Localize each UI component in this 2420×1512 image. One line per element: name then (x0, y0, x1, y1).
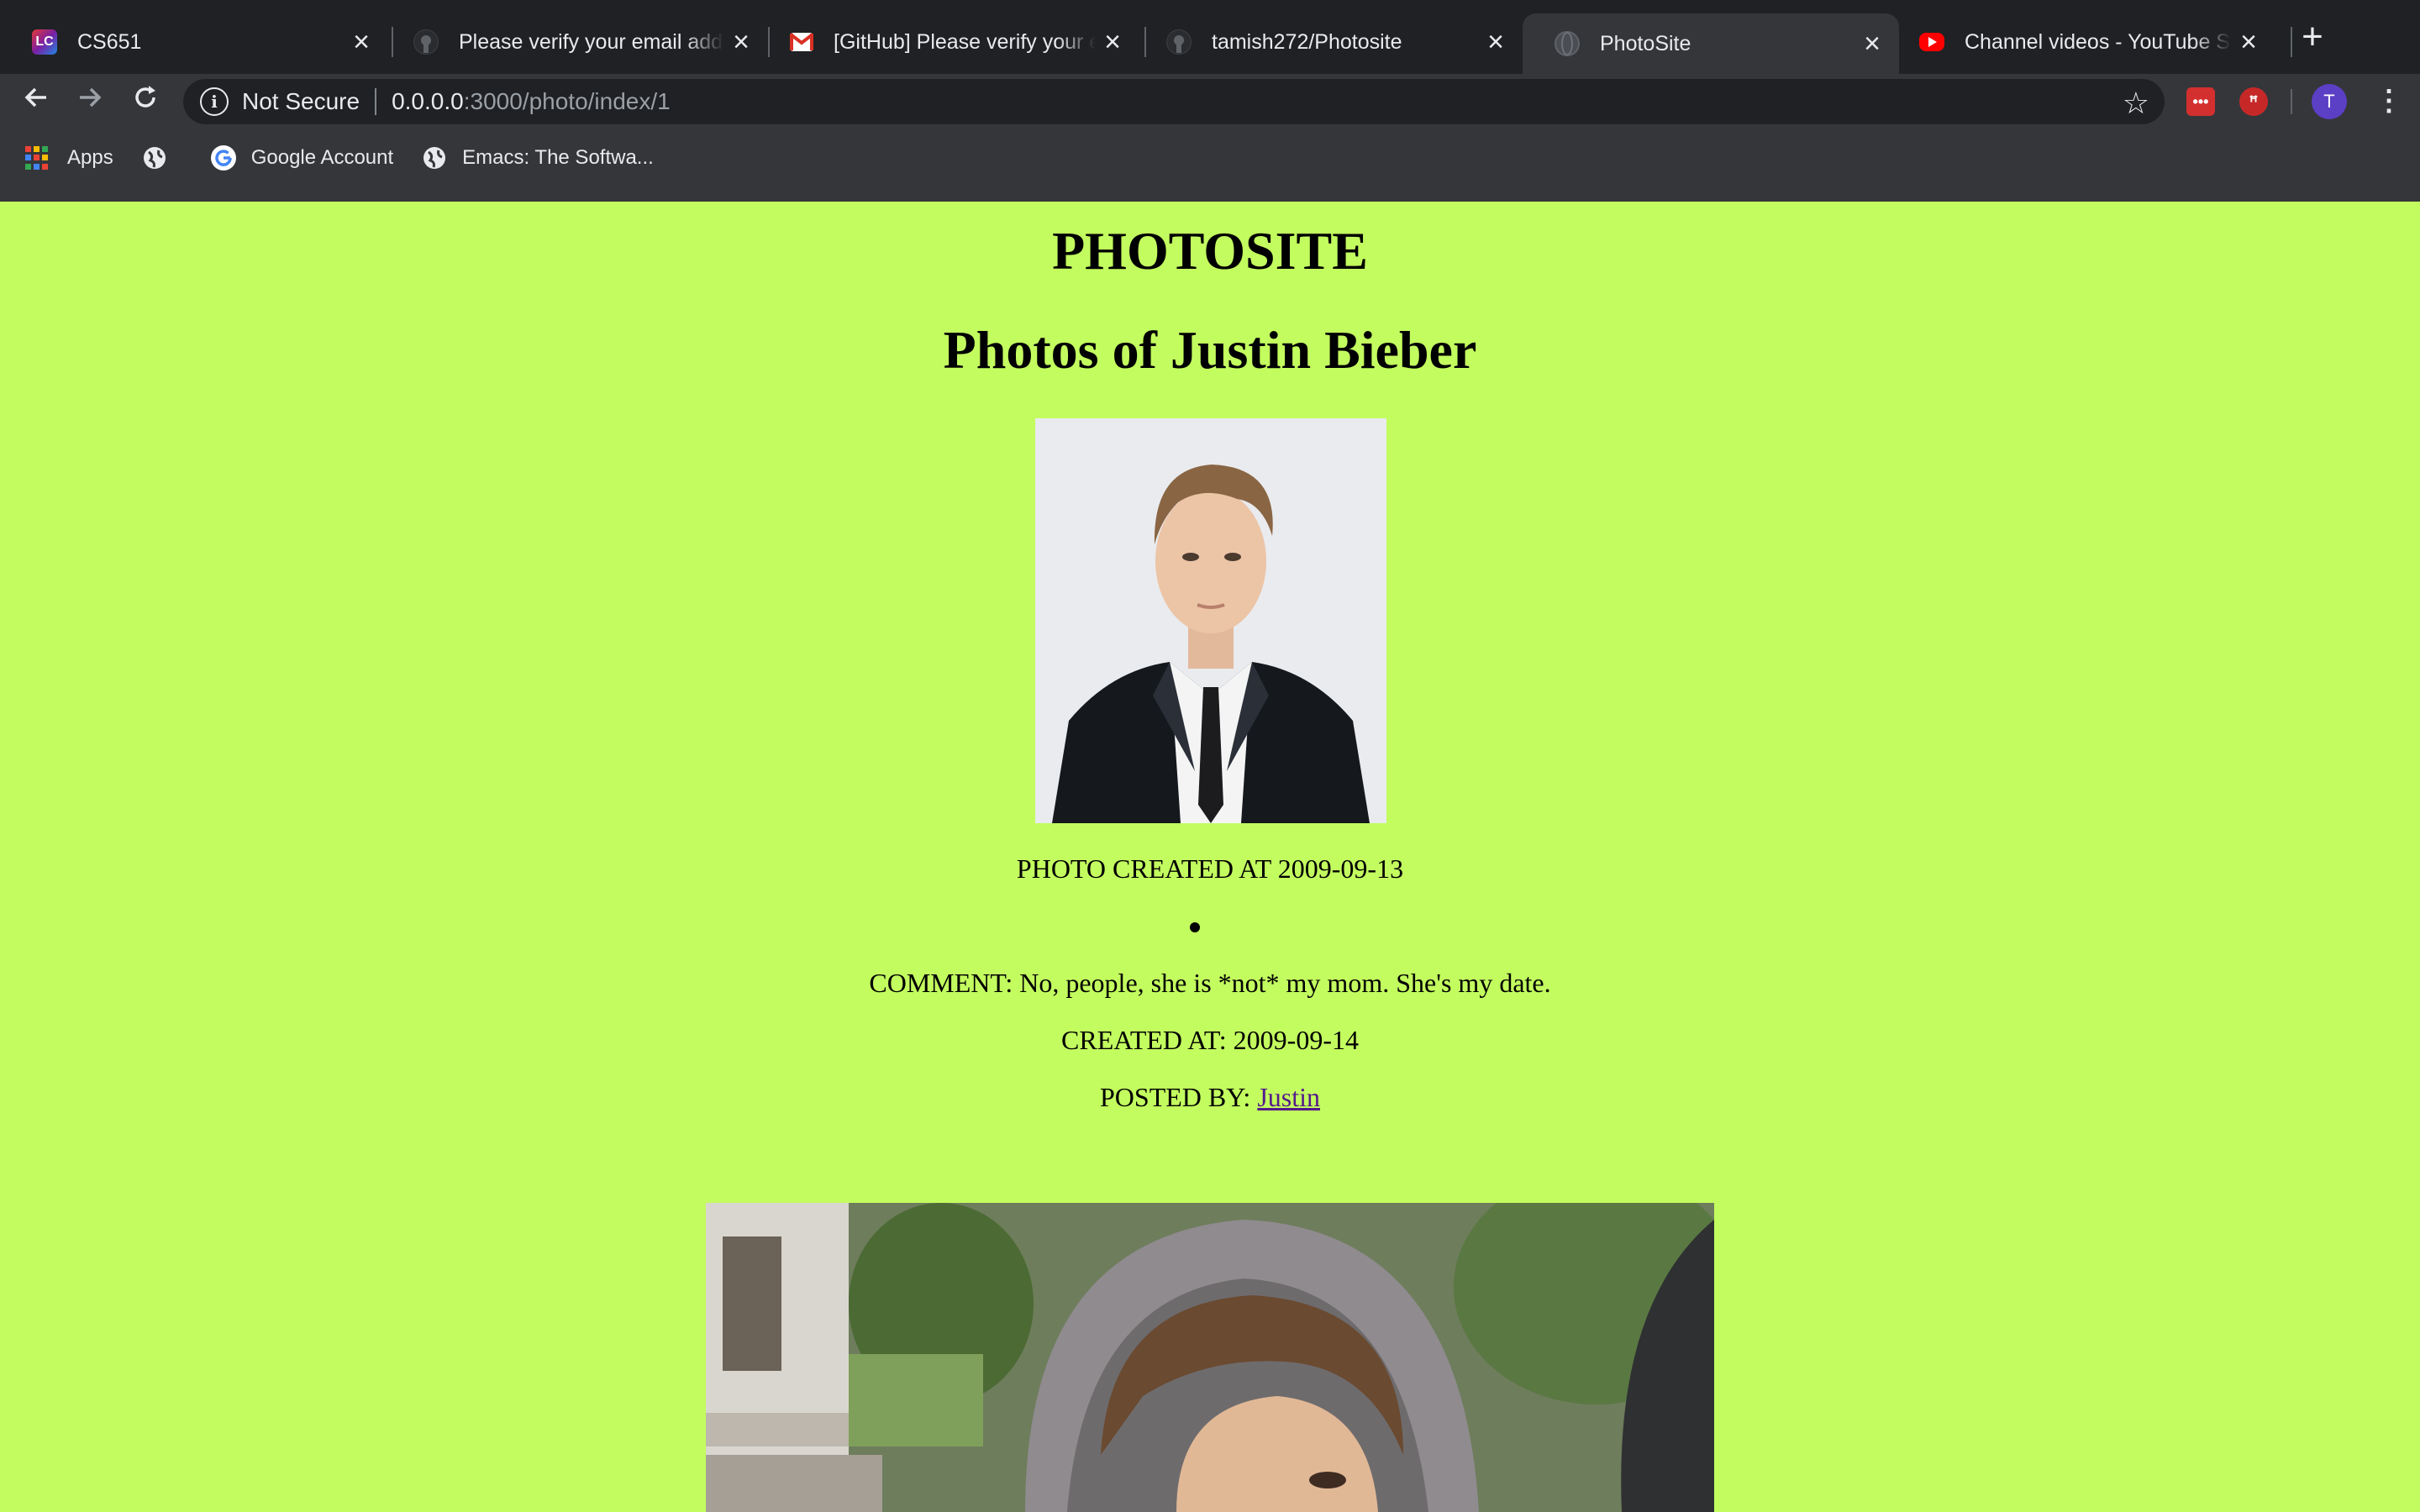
user-link[interactable]: Justin (1257, 1082, 1320, 1112)
github-icon (1166, 29, 1192, 55)
github-icon (413, 29, 439, 55)
bookmark-label: Emacs: The Softwa... (462, 146, 654, 169)
site-title: PHOTOSITE (1052, 221, 1368, 281)
url-host: 0.0.0.0 (392, 88, 464, 114)
close-tab-icon[interactable]: × (1855, 29, 1889, 58)
lc-logo-icon: LC (32, 29, 57, 55)
youtube-icon (1919, 33, 1944, 51)
bookmark-google-account[interactable]: Google Account (210, 145, 394, 171)
browser-menu-icon[interactable]: ⋮ (2375, 82, 2403, 119)
info-icon[interactable]: i (200, 87, 229, 116)
forward-button[interactable] (69, 82, 111, 118)
address-divider (375, 88, 377, 115)
bookmark-apps[interactable]: Apps (25, 146, 113, 170)
gmail-icon (790, 33, 813, 51)
apps-grid-icon (25, 146, 49, 170)
close-tab-icon[interactable]: × (345, 28, 378, 56)
back-arrow-icon (24, 87, 46, 108)
tab-title: CS651 (77, 29, 142, 54)
url-path: :3000/photo/index/1 (463, 88, 671, 114)
extension-lastpass-icon[interactable]: ••• (2186, 87, 2215, 116)
reload-icon (135, 86, 155, 108)
close-tab-icon[interactable]: × (1479, 28, 1512, 56)
tab-title: PhotoSite (1600, 31, 1691, 55)
tab-title: Please verify your email address (459, 29, 724, 54)
globe-icon (422, 145, 447, 171)
bookmark-globe[interactable] (142, 145, 182, 171)
extension-expressvpn-icon[interactable]: ꟸ (2239, 87, 2268, 116)
close-tab-icon[interactable]: × (2232, 28, 2265, 56)
back-button[interactable] (15, 82, 57, 118)
bookmark-label: Google Account (250, 146, 394, 169)
comment-created-date: CREATED AT: 2009-09-14 (1061, 1025, 1359, 1055)
google-icon (210, 145, 236, 171)
comment-posted-by: POSTED BY: Justin (0, 1082, 2420, 1113)
photo-created-date: PHOTO CREATED AT 2009-09-13 (1016, 853, 1404, 884)
tab-separator (2291, 27, 2292, 57)
reload-button[interactable] (124, 82, 166, 118)
tab-title: [GitHub] Please verify your email (834, 29, 1096, 54)
forward-arrow-icon (80, 87, 102, 108)
page-heading: Photos of Justin Bieber (943, 320, 1477, 380)
tab-photosite-repo[interactable]: tamish272/Photosite × (1134, 13, 1523, 71)
tab-photosite[interactable]: PhotoSite × (1523, 13, 1899, 74)
close-tab-icon[interactable]: × (724, 28, 758, 56)
profile-avatar[interactable]: T (2312, 84, 2347, 119)
globe-icon (1555, 31, 1580, 56)
toolbar-separator (2291, 89, 2292, 114)
tab-youtube-studio[interactable]: Channel videos - YouTube Studio × (1887, 13, 2275, 71)
tab-title: tamish272/Photosite (1212, 29, 1402, 54)
photo-image (706, 1203, 1714, 1512)
security-label: Not Secure (242, 88, 360, 114)
comment-list-bullet (1190, 922, 1200, 932)
globe-icon (142, 145, 167, 171)
close-tab-icon[interactable]: × (1096, 28, 1129, 56)
tab-github-verify-email[interactable]: [GitHub] Please verify your email × (758, 13, 1139, 71)
photo-image (1035, 418, 1386, 823)
tab-strip: LC CS651 × Please verify your email addr… (0, 0, 2420, 74)
address-bar[interactable]: i Not Secure 0.0.0.0:3000/photo/index/1 … (183, 79, 2165, 124)
comment-text: COMMENT: No, people, she is *not* my mom… (869, 968, 1551, 998)
bookmark-label: Apps (67, 146, 113, 169)
tab-verify-email[interactable]: Please verify your email address × (381, 13, 768, 71)
bookmarks-bar: Apps Google Account Emacs: The Softwa... (0, 141, 682, 175)
bookmark-star-icon[interactable]: ☆ (2123, 86, 2149, 121)
posted-by-label: POSTED BY: (1100, 1082, 1251, 1112)
tab-cs651[interactable]: LC CS651 × (0, 13, 388, 71)
tab-title: Channel videos - YouTube Studio (1965, 29, 2232, 54)
bookmark-emacs[interactable]: Emacs: The Softwa... (422, 145, 654, 171)
new-tab-button[interactable]: + (2294, 18, 2331, 55)
page-content: PHOTOSITE Photos of Justin Bieber PHOTO … (0, 186, 2420, 1512)
